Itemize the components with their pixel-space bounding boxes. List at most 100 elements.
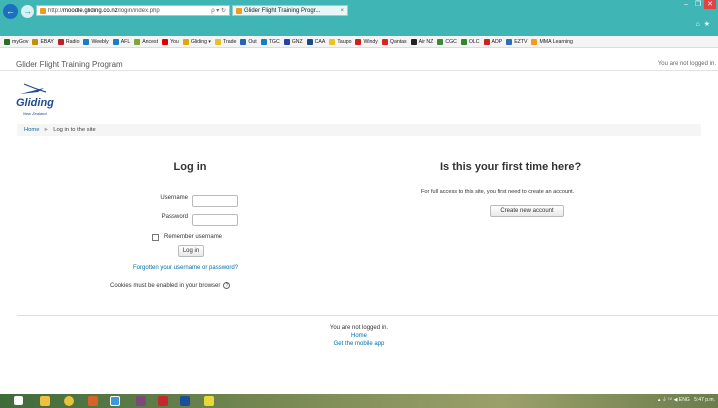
favorite-label: Windy [363,38,378,45]
favorite-item[interactable]: TGC [260,38,280,45]
favorite-label: GNZ [291,38,303,45]
favorite-icon [306,38,313,45]
footer-divider [17,315,718,316]
favorite-icon [240,38,247,45]
tray-clock[interactable]: 5:47 p.m. [694,397,715,403]
favorite-label: Gliding ▾ [190,38,212,45]
favorite-icon [32,38,39,45]
app-icon[interactable] [158,396,168,406]
internet-explorer-icon[interactable] [110,396,120,406]
media-icon[interactable] [136,396,146,406]
logo-word: Gliding [16,97,54,109]
login-button[interactable]: Log in [178,245,204,257]
favorite-item[interactable]: Windy [355,38,378,45]
favorite-label: MMA Learning [539,38,573,45]
favorite-item[interactable]: CGC [437,38,457,45]
favorite-item[interactable]: AFL [112,38,130,45]
favorite-label: CGC [445,38,457,45]
restore-icon[interactable]: ❐ [692,0,704,9]
username-input[interactable] [192,195,238,207]
favorite-item[interactable]: EBAY [32,38,54,45]
remember-username-checkbox[interactable] [152,234,159,241]
app-icon-3[interactable] [204,396,214,406]
favorite-icon [162,38,169,45]
footer-home-link[interactable]: Home [0,333,718,339]
system-tray[interactable]: ▴ ⏚ ⁽¹⁾ ◀ ENG 5:47 p.m. [658,396,715,403]
favorite-icon [283,38,290,45]
breadcrumb-home-link[interactable]: Home [24,127,39,133]
address-search-refresh-icon[interactable]: ρ ▾ ↻ [211,7,226,14]
cookies-note: Cookies must be enabled in your browser? [110,282,231,289]
breadcrumb-separator-icon: ► [43,127,50,133]
favorite-item[interactable]: Taupo [329,38,352,45]
favorite-label: myGov [12,38,29,45]
favorite-icon [182,38,189,45]
favorite-item[interactable]: Qantas [381,38,407,45]
file-explorer-icon[interactable] [40,396,50,406]
site-title[interactable]: Glider Flight Training Program [16,60,123,69]
forgot-password-link[interactable]: Forgotten your username or password? [133,265,238,271]
favorite-label: Radio [65,38,80,45]
tab-favicon-icon [236,7,242,14]
help-icon[interactable]: ? [223,282,231,289]
favorite-label: Taupo [337,38,352,45]
favorite-icon [483,38,490,45]
favorite-icon [134,38,141,45]
screen: ← → http://moodle.gliding.co.nz/login/in… [0,0,718,408]
remember-username-label[interactable]: Remember username [164,234,222,240]
password-input[interactable] [192,214,238,226]
favorite-icon [57,38,64,45]
tab-close-icon[interactable]: × [340,8,344,14]
address-bar[interactable]: http://moodle.gliding.co.nz/login/index.… [36,5,230,16]
favorite-item[interactable]: myGov [4,38,29,45]
chrome-icon[interactable] [64,396,74,406]
close-window-icon[interactable]: ✕ [704,0,716,9]
forward-button[interactable]: → [21,5,34,18]
cookies-note-text: Cookies must be enabled in your browser [110,283,221,289]
favorite-item[interactable]: Ancest [134,38,159,45]
footer-login-status: You are not logged in. [329,325,389,331]
tab-glider-training[interactable]: Glider Flight Training Progr... × [232,5,348,16]
favorite-item[interactable]: ADP [483,38,503,45]
favorite-label: Qantas [389,38,407,45]
favorite-icon [381,38,388,45]
favorite-label: Ancest [142,38,159,45]
favorite-item[interactable]: Weebly [83,38,109,45]
create-account-button[interactable]: Create new account [490,205,564,217]
arrow-right-icon: → [23,6,32,16]
store-icon[interactable] [88,396,98,406]
favorite-icon [112,38,119,45]
home-favorites-icons[interactable]: ⌂★ [695,20,714,28]
windows-start-icon[interactable] [14,396,23,405]
tray-icons[interactable]: ▴ ⏚ ⁽¹⁾ ◀ ENG [658,397,690,403]
minimize-icon[interactable]: – [680,0,692,9]
back-button[interactable]: ← [3,4,18,19]
footer-mobile-app-link[interactable]: Get the mobile app [0,341,718,347]
favorite-icon [215,38,222,45]
login-status: You are not logged in. [657,61,716,67]
favorite-item[interactable]: You [162,38,179,45]
favorite-item[interactable]: Air NZ [410,38,433,45]
favorite-item[interactable]: Out [240,38,257,45]
favorite-item[interactable]: Radio [57,38,80,45]
favorite-label: EBAY [40,38,54,45]
favorite-item[interactable]: EZTV [506,38,527,45]
tab-title: Glider Flight Training Progr... [244,7,321,14]
logo-subtitle: New Zealand [23,111,47,116]
favorite-label: ADP [491,38,503,45]
login-title: Log in [173,161,207,173]
favorite-item[interactable]: Trade [215,38,236,45]
favorite-item[interactable]: Gliding ▾ [182,38,212,45]
app-icon-2[interactable] [180,396,190,406]
arrow-left-icon: ← [6,6,15,16]
favorite-item[interactable]: GNZ [283,38,303,45]
favorite-item[interactable]: OLC [460,38,480,45]
favorite-item[interactable]: MMA Learning [531,38,573,45]
favorite-item[interactable]: CAA [306,38,325,45]
gliding-nz-logo[interactable]: Gliding New Zealand [16,80,66,120]
signup-title: Is this your first time here? [440,161,582,173]
browser-titlebar: ← → http://moodle.gliding.co.nz/login/in… [0,0,718,36]
favorite-icon [410,38,417,45]
favorite-label: TGC [268,38,280,45]
favorite-label: Weebly [91,38,109,45]
